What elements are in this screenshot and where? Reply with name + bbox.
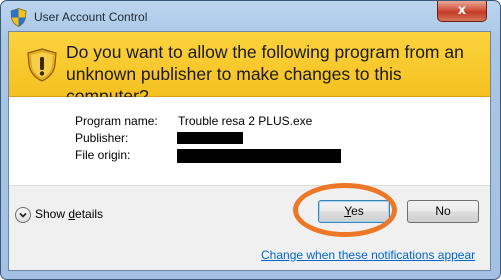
program-name-value: Trouble resa 2 PLUS.exe: [178, 114, 313, 128]
close-icon: x: [457, 3, 467, 18]
chevron-down-icon[interactable]: [15, 207, 31, 223]
program-details: Program name: Trouble resa 2 PLUS.exe Pu…: [9, 97, 490, 185]
title-bar: User Account Control x: [1, 1, 500, 33]
uac-shield-icon: [10, 8, 27, 27]
publisher-label: Publisher:: [75, 131, 129, 145]
show-details-suffix: etails: [75, 207, 104, 221]
show-details-toggle[interactable]: Show details: [35, 207, 103, 221]
no-button[interactable]: No: [407, 200, 479, 223]
show-details-prefix: Show: [35, 207, 69, 221]
file-origin-redaction: [177, 149, 341, 163]
change-notifications-link[interactable]: Change when these notifications appear: [261, 248, 475, 262]
dialog-body: Do you want to allow the following progr…: [8, 31, 491, 271]
highlight-circle-annotation: [293, 183, 397, 237]
warning-shield-icon: [27, 48, 57, 82]
program-name-label: Program name:: [75, 114, 158, 128]
close-button[interactable]: x: [437, 1, 487, 22]
window-title: User Account Control: [34, 10, 148, 24]
dialog-footer: Show details Yes No Change when these no…: [9, 186, 490, 270]
publisher-redaction: [177, 132, 243, 144]
uac-dialog-window: User Account Control x Do you want to al…: [0, 0, 501, 280]
file-origin-label: File origin:: [75, 148, 131, 162]
warning-banner: Do you want to allow the following progr…: [9, 32, 490, 106]
